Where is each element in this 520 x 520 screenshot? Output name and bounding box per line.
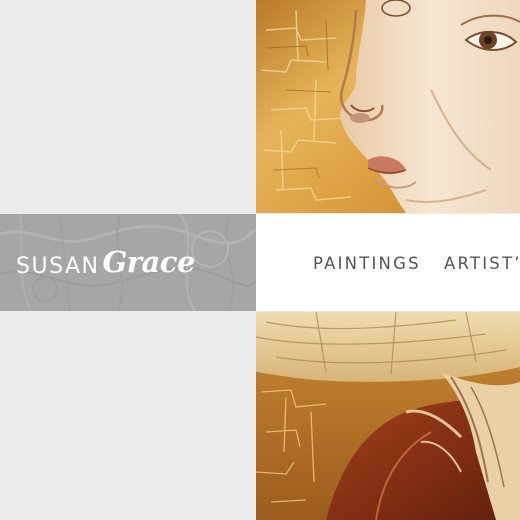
logo-first-name: SUSAN — [16, 254, 100, 279]
logo-last-name: Grace — [102, 245, 195, 279]
page: SUSAN Grace PAINTINGS ARTIST’ — [0, 0, 520, 520]
painting-image-bottom — [256, 312, 520, 520]
painting-face-illustration — [256, 0, 520, 213]
logo-band: SUSAN Grace — [0, 214, 256, 311]
site-logo[interactable]: SUSAN Grace — [16, 245, 195, 286]
painting-garment-illustration — [256, 312, 520, 520]
painting-image-top — [256, 0, 520, 213]
nav-bar: PAINTINGS ARTIST’ — [256, 214, 520, 311]
blank-panel-top — [0, 0, 256, 214]
nav-item-artist[interactable]: ARTIST’ — [444, 254, 520, 273]
blank-panel-bottom — [0, 311, 256, 520]
nav-item-paintings[interactable]: PAINTINGS — [313, 254, 421, 273]
